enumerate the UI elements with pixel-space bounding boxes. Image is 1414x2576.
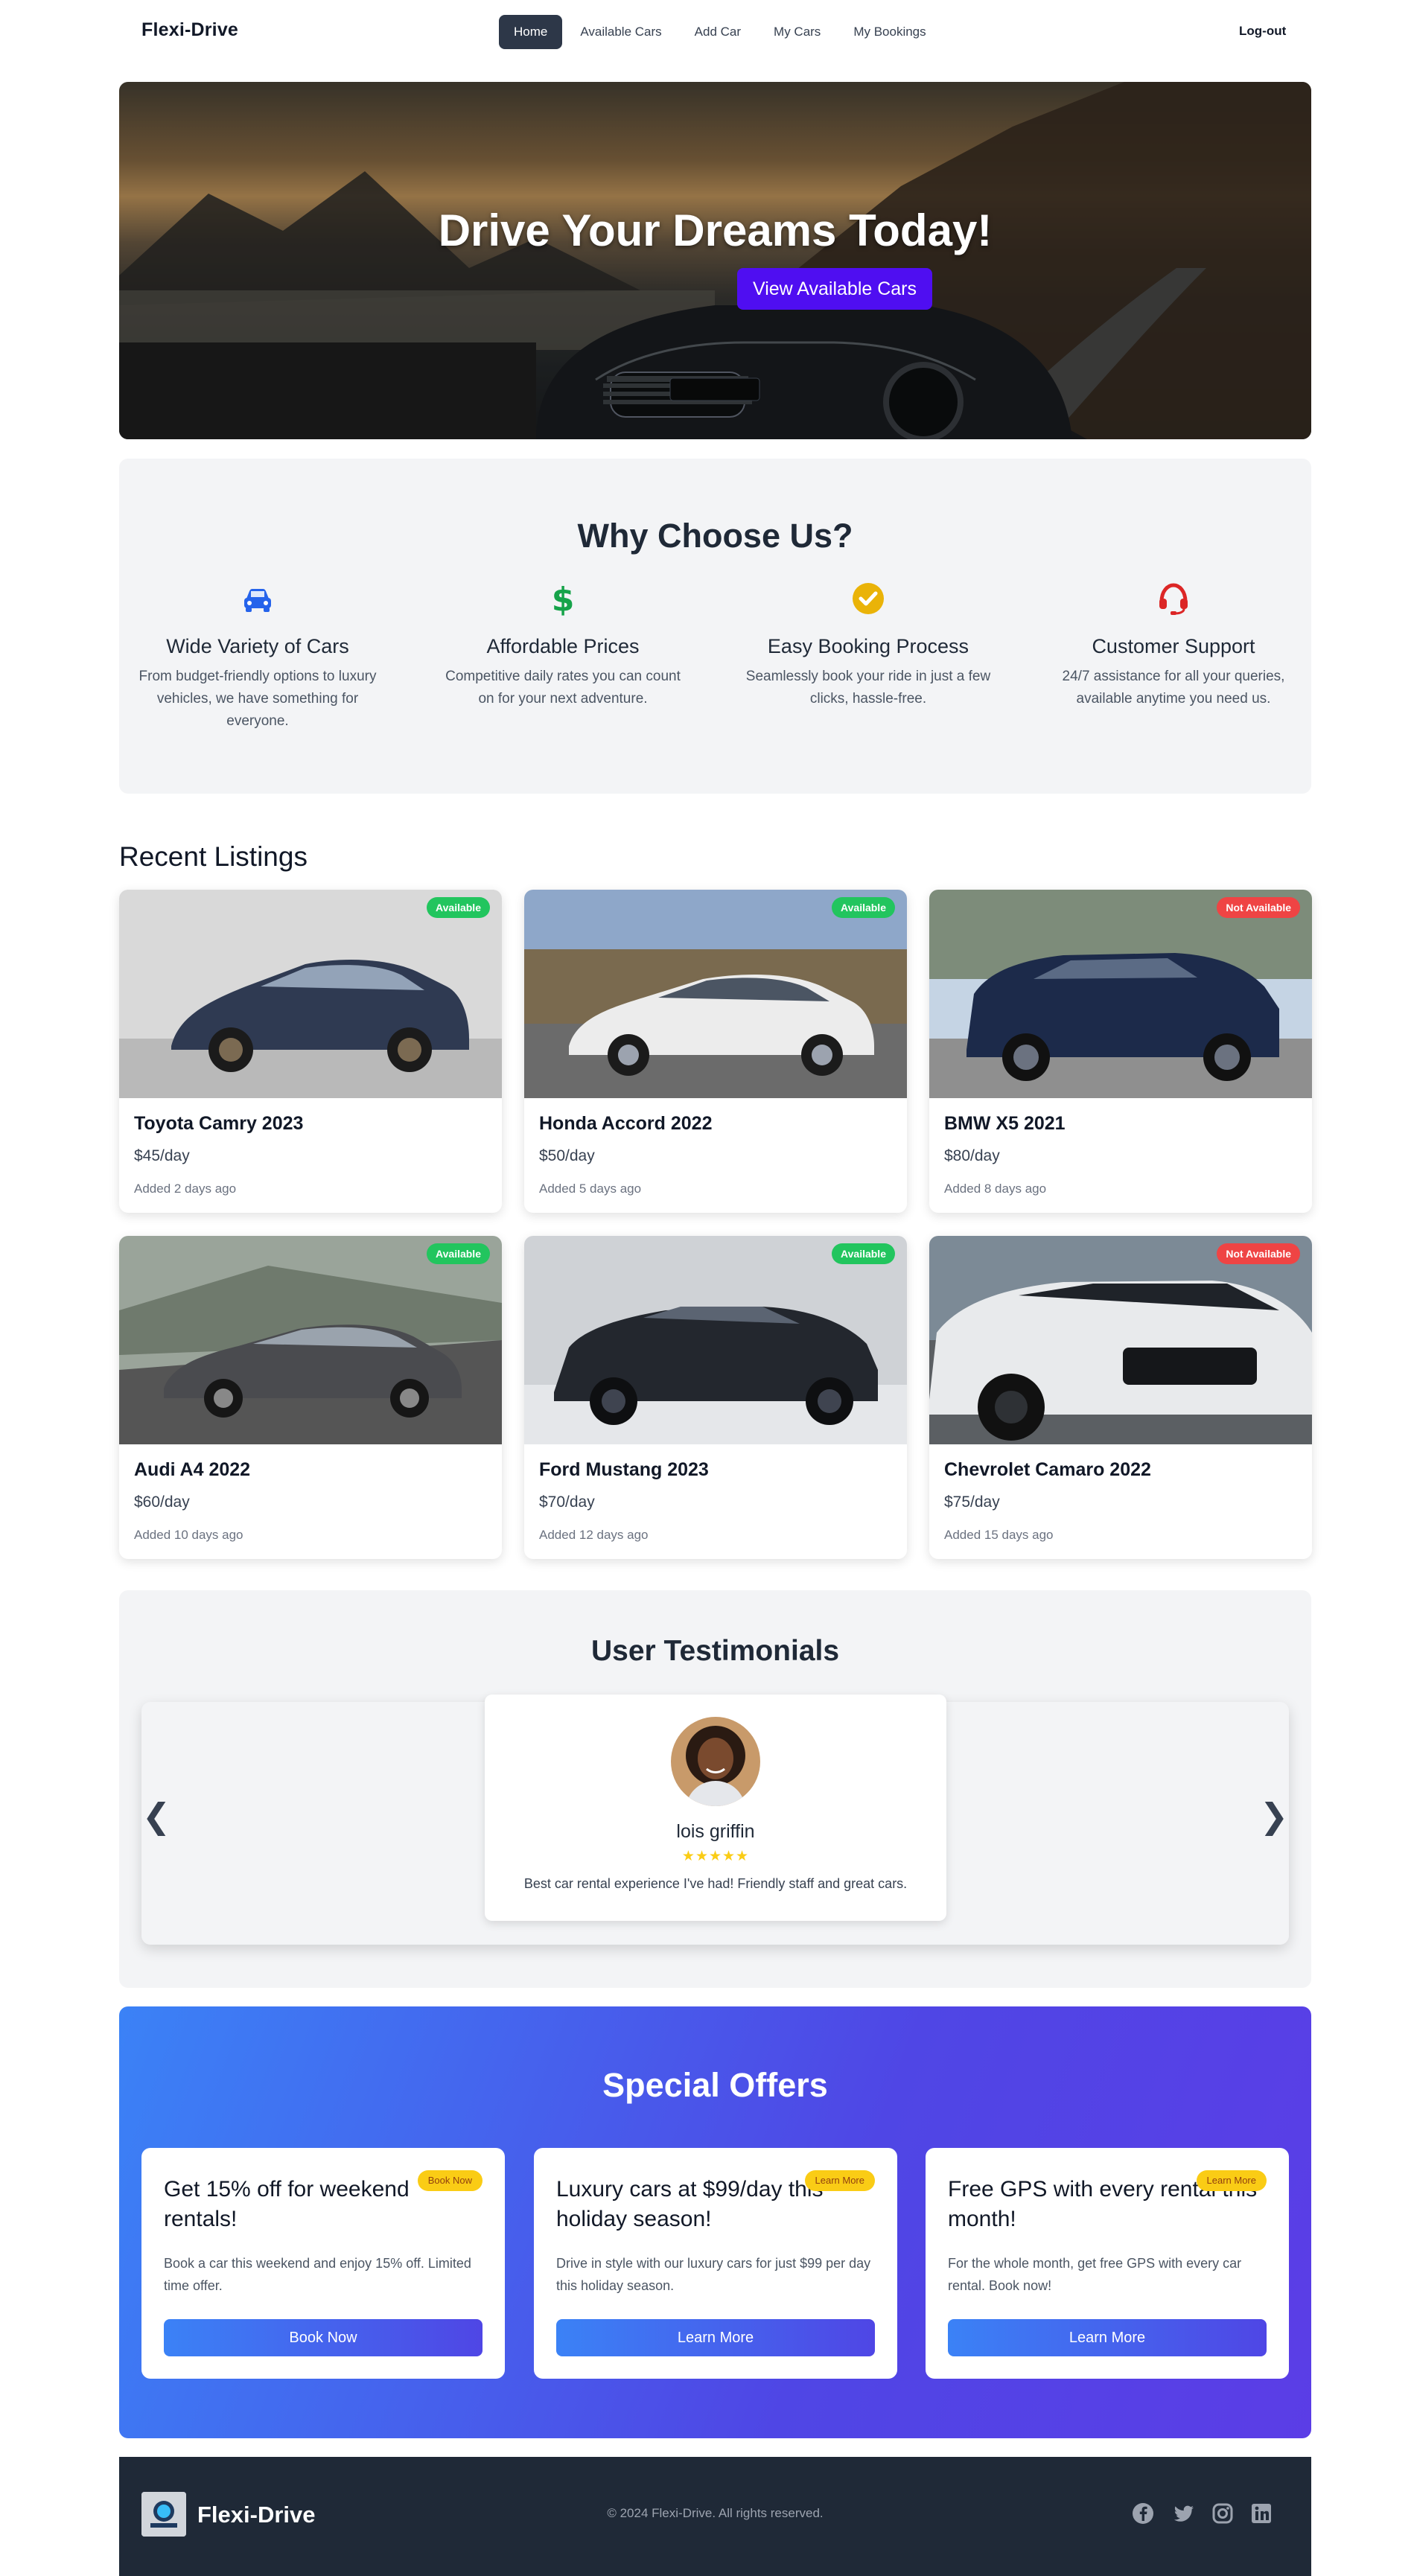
car-price: $60/day [134,1493,190,1511]
car-card[interactable]: Available Honda Accord 2022 $50/day Adde… [524,890,907,1213]
car-photo [119,890,502,1098]
car-photo [524,890,907,1098]
book-now-button[interactable]: Book Now [164,2319,483,2356]
navbar: Flexi-Drive Home Available Cars Add Car … [0,0,1414,64]
car-icon [244,589,271,612]
testimonial-carousel: ❮ ❯ lois griffin ★★★★★ Best car rental e… [141,1695,1289,1945]
offer-tag: Learn More [1196,2170,1267,2191]
avatar [671,1717,760,1806]
status-badge: Not Available [1217,1243,1300,1264]
car-name: Toyota Camry 2023 [134,1113,304,1134]
car-added: Added 8 days ago [944,1182,1047,1196]
feature-desc: From budget-friendly options to luxury v… [138,669,377,729]
star-rating-icon: ★★★★★ [681,1849,750,1864]
feature-desc: 24/7 assistance for all your queries, av… [1062,669,1285,707]
section-title: User Testimonials [590,1635,840,1667]
feature-title: Customer Support [1092,635,1255,657]
car-name: Honda Accord 2022 [539,1113,713,1134]
facebook-icon[interactable] [1131,2502,1155,2525]
logout-button[interactable]: Log-out [1239,24,1286,39]
car-added: Added 15 days ago [944,1528,1054,1542]
car-card[interactable]: Available Toyota Camry 2023 $45/day Adde… [119,890,502,1213]
offer-desc: Drive in style with our luxury cars for … [556,2256,871,2293]
car-name: BMW X5 2021 [944,1113,1066,1134]
feature-booking: Easy Booking Process Seamlessly book you… [738,581,999,710]
offer-card: Luxury cars at $99/day this holiday seas… [534,2148,897,2379]
carousel-next-icon[interactable]: ❯ [1259,1796,1289,1836]
special-offers-section: Special Offers Get 15% off for weekend r… [119,2006,1311,2438]
svg-text:$: $ [552,581,575,616]
headset-icon [1159,583,1188,615]
car-added: Added 12 days ago [539,1528,649,1542]
offer-tag: Book Now [417,2170,483,2191]
car-card[interactable]: Available Audi A4 2022 $60/day Added 10 … [119,1236,502,1559]
car-price: $70/day [539,1493,595,1511]
testimonial-quote: Best car rental experience I've had! Fri… [523,1876,908,1891]
nav-link-available-cars[interactable]: Available Cars [565,15,676,49]
car-added: Added 10 days ago [134,1528,243,1542]
feature-prices: $ Affordable Prices Competitive daily ra… [433,581,693,710]
learn-more-button[interactable]: Learn More [948,2319,1267,2356]
section-title: Special Offers [602,2066,828,2104]
testimonials-section: User Testimonials ❮ ❯ lois griffin ★★★★★… [119,1590,1311,1988]
nav-link-my-bookings[interactable]: My Bookings [838,15,940,49]
offer-desc: Book a car this weekend and enjoy 15% of… [164,2256,471,2293]
car-price: $75/day [944,1493,1000,1511]
feature-variety: Wide Variety of Cars From budget-friendl… [127,581,388,733]
car-price: $80/day [944,1147,1000,1164]
car-card[interactable]: Not Available Chevrolet Camaro 2022 $75/… [929,1236,1312,1559]
offer-desc: For the whole month, get free GPS with e… [948,2256,1242,2293]
status-badge: Available [427,897,490,918]
status-badge: Available [427,1243,490,1264]
nav-link-add-car[interactable]: Add Car [680,15,756,49]
hero-banner: Drive Your Dreams Today! View Available … [119,82,1311,439]
footer: Flexi-Drive © 2024 Flexi-Drive. All righ… [119,2457,1311,2576]
check-circle-icon [853,583,884,614]
linkedin-icon[interactable] [1249,2502,1273,2525]
car-price: $45/day [134,1147,190,1164]
carousel-prev-icon[interactable]: ❮ [141,1796,171,1836]
status-badge: Available [832,897,895,918]
feature-desc: Competitive daily rates you can count on… [445,669,681,707]
offer-tag: Learn More [804,2170,875,2191]
twitter-icon[interactable] [1172,2502,1196,2525]
offer-card: Free GPS with every rental this month! L… [926,2148,1289,2379]
hero-title: Drive Your Dreams Today! [438,205,993,255]
car-card[interactable]: Available Ford Mustang 2023 $70/day Adde… [524,1236,907,1559]
status-badge: Available [832,1243,895,1264]
feature-desc: Seamlessly book your ride in just a few … [745,669,991,707]
car-card[interactable]: Not Available BMW X5 2021 $80/day Added … [929,890,1312,1213]
feature-title: Affordable Prices [486,635,640,657]
car-photo [929,890,1312,1098]
recent-listings-title: Recent Listings [119,841,308,872]
car-name: Ford Mustang 2023 [539,1459,709,1480]
section-title: Why Choose Us? [577,517,853,555]
car-photo [524,1236,907,1444]
feature-support: Customer Support 24/7 assistance for all… [1043,581,1304,710]
car-price: $50/day [539,1147,595,1164]
nav-link-home[interactable]: Home [499,15,563,49]
status-badge: Not Available [1217,897,1300,918]
brand-logo[interactable]: Flexi-Drive [141,19,238,41]
nav-link-my-cars[interactable]: My Cars [759,15,835,49]
car-added: Added 5 days ago [539,1182,642,1196]
testimonial-card: lois griffin ★★★★★ Best car rental exper… [485,1695,946,1921]
why-choose-us-section: Why Choose Us? Wide Variety of Cars From… [119,459,1311,794]
feature-title: Easy Booking Process [767,635,969,657]
testimonial-name: lois griffin [676,1821,755,1842]
car-photo [119,1236,502,1444]
car-name: Audi A4 2022 [134,1459,251,1480]
car-name: Chevrolet Camaro 2022 [944,1459,1151,1480]
nav-links: Home Available Cars Add Car My Cars My B… [499,15,944,49]
offer-card: Get 15% off for weekend rentals! Book No… [141,2148,505,2379]
dollar-icon: $ [552,581,575,619]
view-available-cars-button[interactable]: View Available Cars [737,268,932,310]
car-added: Added 2 days ago [134,1182,237,1196]
car-photo [929,1236,1312,1444]
feature-title: Wide Variety of Cars [166,635,349,657]
learn-more-button[interactable]: Learn More [556,2319,875,2356]
instagram-icon[interactable] [1211,2502,1235,2525]
